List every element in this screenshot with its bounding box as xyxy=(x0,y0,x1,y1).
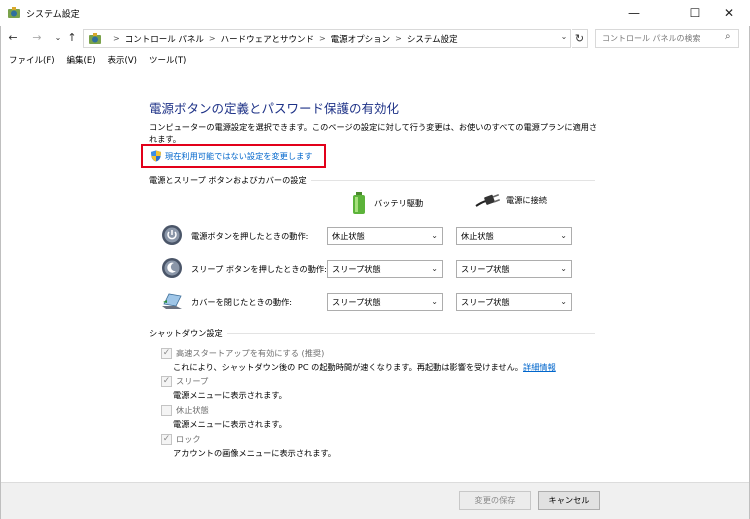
menu-edit[interactable]: 編集(E) xyxy=(67,54,96,66)
address-bar[interactable]: > コントロール パネル > ハードウェアとサウンド > 電源オプション > シ… xyxy=(83,29,571,48)
save-changes-button[interactable]: 変更の保存 xyxy=(459,491,531,510)
uac-shield-icon xyxy=(151,150,161,162)
sleep-description: 電源メニューに表示されます。 xyxy=(173,390,287,400)
select-value: 休止状態 xyxy=(461,231,494,241)
control-panel-icon xyxy=(8,7,20,18)
power-button-action-label: 電源ボタンを押したときの動作: xyxy=(191,231,309,241)
menu-tools[interactable]: ツール(T) xyxy=(149,54,186,66)
breadcrumb-separator[interactable]: > xyxy=(395,34,402,43)
battery-column-label: バッテリ駆動 xyxy=(374,198,424,208)
breadcrumb-separator[interactable]: > xyxy=(319,34,326,43)
fast-startup-desc-text: これにより、シャットダウン後の PC の起動時間が速くなります。再起動は影響を受… xyxy=(173,362,523,372)
breadcrumb-separator: > xyxy=(113,34,120,43)
refresh-icon[interactable]: ↻ xyxy=(572,29,588,48)
menu-view[interactable]: 表示(V) xyxy=(108,54,137,66)
select-value: スリープ状態 xyxy=(332,297,381,307)
lock-checkbox-row[interactable]: ✓ ロック xyxy=(161,433,201,445)
control-panel-icon xyxy=(89,32,101,44)
breadcrumb-separator[interactable]: > xyxy=(209,34,216,43)
change-settings-link-text[interactable]: 現在利用可能ではない設定を変更します xyxy=(165,150,312,162)
sleep-checkbox-row[interactable]: ✓ スリープ xyxy=(161,375,208,387)
details-link[interactable]: 詳細情報 xyxy=(523,362,556,372)
sleep-button-plugged-select[interactable]: スリープ状態 ⌄ xyxy=(456,260,572,278)
power-button-icon xyxy=(162,225,182,245)
power-plug-icon xyxy=(475,194,500,207)
power-section-label: 電源とスリープ ボタンおよびカバーの設定 xyxy=(149,174,311,186)
select-value: 休止状態 xyxy=(332,231,365,241)
sleep-button-icon xyxy=(162,258,182,278)
hibernate-description: 電源メニューに表示されます。 xyxy=(173,419,287,429)
fast-startup-description: これにより、シャットダウン後の PC の起動時間が速くなります。再起動は影響を受… xyxy=(173,361,556,373)
plugged-column-header: 電源に接続 xyxy=(474,192,547,208)
breadcrumb-hardware-sound[interactable]: ハードウェアとサウンド xyxy=(221,33,314,45)
page-title: 電源ボタンの定義とパスワード保護の有効化 xyxy=(149,101,400,116)
page-description: コンピューターの電源設定を選択できます。このページの設定に対して行う変更は、お使… xyxy=(149,122,598,144)
breadcrumb-control-panel[interactable]: コントロール パネル xyxy=(125,33,204,45)
select-value: スリープ状態 xyxy=(461,264,510,274)
sleep-button-action-label: スリープ ボタンを押したときの動作: xyxy=(191,264,327,274)
window-title: システム設定 xyxy=(26,10,80,20)
battery-column-header: バッテリ駆動 xyxy=(352,192,423,214)
hibernate-checkbox[interactable] xyxy=(161,404,172,416)
search-input[interactable]: コントロール パネルの検索 xyxy=(595,29,739,48)
sleep-checkbox[interactable]: ✓ xyxy=(161,375,172,387)
menu-file[interactable]: ファイル(F) xyxy=(9,54,55,66)
laptop-lid-icon xyxy=(162,293,182,309)
sleep-label: スリープ xyxy=(176,376,209,386)
address-dropdown-chevron-icon[interactable]: ⌄ xyxy=(557,26,571,45)
cancel-button[interactable]: キャンセル xyxy=(538,491,600,510)
chevron-down-icon: ⌄ xyxy=(431,297,438,306)
lock-checkbox[interactable]: ✓ xyxy=(161,433,172,445)
chevron-down-icon: ⌄ xyxy=(560,231,567,240)
battery-icon xyxy=(353,192,365,214)
fast-startup-checkbox[interactable]: ✓ xyxy=(161,347,172,359)
shutdown-section-label: シャットダウン設定 xyxy=(149,327,227,339)
up-arrow-icon[interactable]: ↑ xyxy=(65,30,79,46)
window-border-left xyxy=(0,26,1,519)
minimize-button[interactable]: — xyxy=(611,0,657,26)
chevron-down-icon: ⌄ xyxy=(560,264,567,273)
search-icon[interactable]: ⌕ xyxy=(725,31,731,42)
breadcrumb-system-settings[interactable]: システム設定 xyxy=(407,33,458,45)
hibernate-label: 休止状態 xyxy=(176,405,209,415)
chevron-down-icon: ⌄ xyxy=(431,231,438,240)
chevron-down-icon: ⌄ xyxy=(560,297,567,306)
hibernate-checkbox-row[interactable]: 休止状態 xyxy=(161,404,209,416)
lock-label: ロック xyxy=(176,434,201,444)
menu-bar: ファイル(F) 編集(E) 表示(V) ツール(T) xyxy=(0,50,750,70)
breadcrumb-power-options[interactable]: 電源オプション xyxy=(331,33,391,45)
title-bar: システム設定 — ☐ ✕ xyxy=(0,0,750,26)
select-value: スリープ状態 xyxy=(332,264,381,274)
lid-close-battery-select[interactable]: スリープ状態 ⌄ xyxy=(327,293,443,311)
change-settings-link[interactable]: 現在利用可能ではない設定を変更します xyxy=(150,150,312,162)
select-value: スリープ状態 xyxy=(461,297,510,307)
plugged-column-label: 電源に接続 xyxy=(506,195,547,205)
fast-startup-label: 高速スタートアップを有効にする (推奨) xyxy=(176,348,325,358)
fast-startup-checkbox-row[interactable]: ✓ 高速スタートアップを有効にする (推奨) xyxy=(161,347,324,359)
sleep-button-battery-select[interactable]: スリープ状態 ⌄ xyxy=(327,260,443,278)
power-button-plugged-select[interactable]: 休止状態 ⌄ xyxy=(456,227,572,245)
lock-description: アカウントの画像メニューに表示されます。 xyxy=(173,448,336,458)
chevron-down-icon: ⌄ xyxy=(431,264,438,273)
close-button[interactable]: ✕ xyxy=(706,0,750,26)
forward-arrow-icon[interactable]: → xyxy=(30,30,44,46)
recent-locations-chevron-icon[interactable]: ⌄ xyxy=(51,30,65,46)
footer-bar xyxy=(0,482,750,519)
back-arrow-icon[interactable]: ← xyxy=(6,30,20,46)
lid-close-action-label: カバーを閉じたときの動作: xyxy=(191,297,293,307)
power-button-battery-select[interactable]: 休止状態 ⌄ xyxy=(327,227,443,245)
lid-close-plugged-select[interactable]: スリープ状態 ⌄ xyxy=(456,293,572,311)
